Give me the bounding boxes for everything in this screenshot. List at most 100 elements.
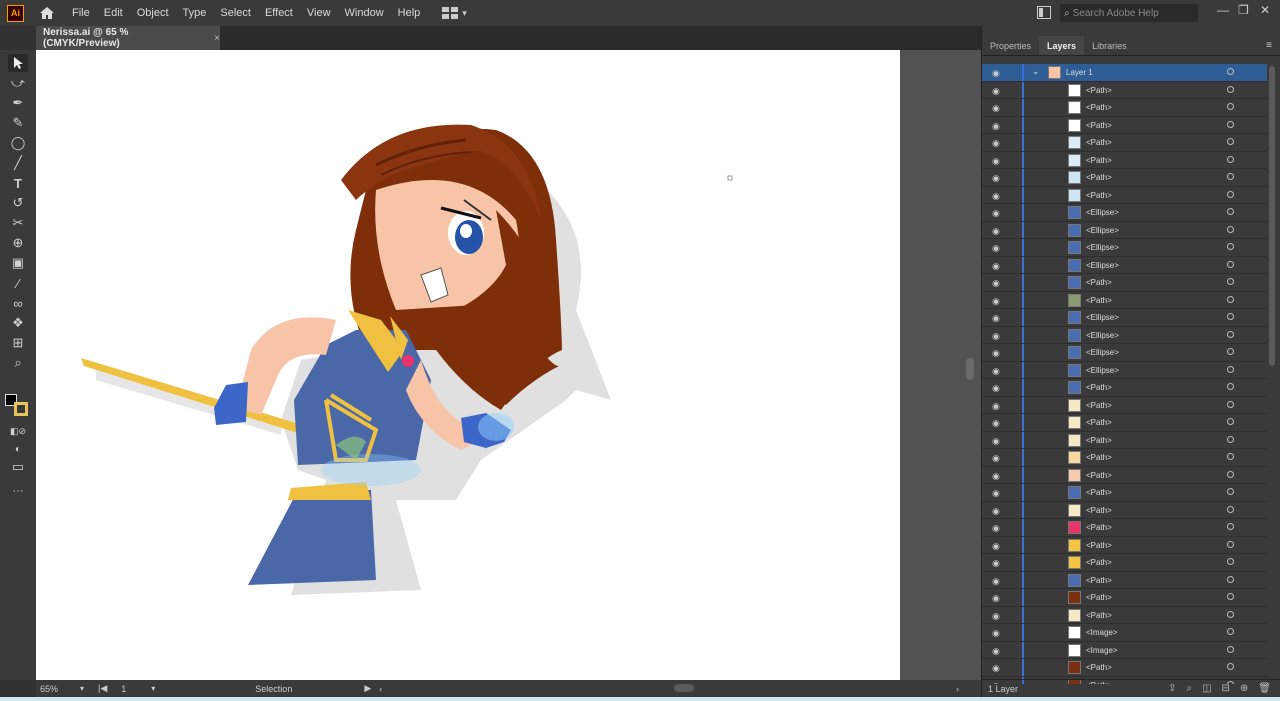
layer-item-row[interactable]: ◉ <Ellipse> [982,256,1267,274]
item-name[interactable]: <Path> [1086,506,1112,515]
arrange-documents-icon[interactable] [1037,6,1051,19]
item-name[interactable]: <Path> [1086,278,1112,287]
visibility-eye-icon[interactable]: ◉ [992,226,1000,237]
target-circle-icon[interactable] [1227,400,1234,408]
target-circle-icon[interactable] [1227,418,1234,425]
menu-type[interactable]: Type [183,7,207,19]
locate-object-icon[interactable]: ⌕ [1186,683,1192,694]
visibility-eye-icon[interactable]: ◉ [992,453,1000,464]
workspace-switcher[interactable]: ▾ [442,7,467,19]
target-circle-icon[interactable] [1227,243,1234,250]
layer-item-row[interactable]: ◉ <Path> [982,116,1267,134]
layer-item-row[interactable]: ◉ <Path> [982,414,1267,432]
item-name[interactable]: <Path> [1086,471,1112,480]
item-name[interactable]: <Ellipse> [1086,348,1119,357]
visibility-eye-icon[interactable]: ◉ [992,663,1000,674]
target-circle-icon[interactable] [1227,593,1234,600]
target-circle-icon[interactable] [1227,348,1234,355]
target-circle-icon[interactable] [1227,313,1234,320]
horizontal-scrollbar[interactable] [674,684,694,692]
visibility-eye-icon[interactable]: ◉ [992,348,1000,359]
scissors-icon[interactable]: ✂ [8,214,28,232]
layer-item-row[interactable]: ◉ <Path> [982,519,1267,537]
visibility-eye-icon[interactable]: ◉ [992,541,1000,552]
visibility-eye-icon[interactable]: ◉ [992,401,1000,412]
item-name[interactable]: <Path> [1086,663,1112,672]
menu-select[interactable]: Select [220,7,251,19]
item-name[interactable]: <Path> [1086,103,1112,112]
target-circle-icon[interactable] [1227,383,1234,390]
zoom-tool-icon[interactable]: ⌕ [8,354,28,372]
layer-item-row[interactable]: ◉ <Path> [982,606,1267,624]
screen-mode-icon[interactable]: ▭ [8,458,28,476]
layer-item-row[interactable]: ◉ <Path> [982,99,1267,117]
layer-item-row[interactable]: ◉ <Path> [982,379,1267,397]
target-circle-icon[interactable] [1227,330,1234,338]
visibility-eye-icon[interactable]: ◉ [992,296,1000,307]
color-mode-icon[interactable]: ◧⊘ [8,422,28,440]
visibility-eye-icon[interactable]: ◉ [992,488,1000,499]
item-name[interactable]: <Path> [1086,383,1112,392]
item-name[interactable]: <Path> [1086,436,1112,445]
rotate-icon[interactable]: ↺ [8,194,28,212]
visibility-eye-icon[interactable]: ◉ [992,418,1000,429]
target-circle-icon[interactable] [1227,470,1234,478]
layer-item-row[interactable]: ◉ <Path> [982,134,1267,152]
item-name[interactable]: <Path> [1086,401,1112,410]
item-name[interactable]: <Path> [1086,173,1112,182]
visibility-eye-icon[interactable]: ◉ [992,558,1000,569]
menu-object[interactable]: Object [137,7,169,19]
ellipse-tool-icon[interactable]: ◯ [8,134,28,152]
restore-icon[interactable]: ❐ [1238,3,1249,17]
target-circle-icon[interactable] [1227,68,1234,75]
layer-item-row[interactable]: ◉ <Ellipse> [982,221,1267,239]
layer-item-row[interactable]: ◉ <Path> [982,554,1267,572]
layer-item-row[interactable]: ◉ <Path> [982,291,1267,309]
type-tool-icon[interactable]: T [8,174,28,192]
visibility-eye-icon[interactable]: ◉ [992,278,1000,289]
visibility-eye-icon[interactable]: ◉ [992,138,1000,149]
target-circle-icon[interactable] [1227,575,1234,583]
paintbrush-icon[interactable]: ╱ [8,154,28,172]
symbol-sprayer-icon[interactable]: ❖ [8,314,28,332]
item-name[interactable]: <Path> [1086,453,1112,462]
target-circle-icon[interactable] [1227,103,1234,110]
item-name[interactable]: <Path> [1086,593,1112,602]
target-circle-icon[interactable] [1227,225,1234,233]
layer-item-row[interactable]: ◉ <Path> [982,571,1267,589]
layer-item-row[interactable]: ◉ <Ellipse> [982,309,1267,327]
visibility-eye-icon[interactable]: ◉ [992,261,1000,272]
visibility-eye-icon[interactable]: ◉ [992,576,1000,587]
draw-mode-icon[interactable]: ◐ [8,440,28,458]
layer-item-row[interactable]: ◉ <Ellipse> [982,361,1267,379]
item-name[interactable]: <Path> [1086,488,1112,497]
target-circle-icon[interactable] [1227,295,1234,303]
layer-item-row[interactable]: ◉ <Image> [982,641,1267,659]
layer-item-row[interactable]: ◉ <Path> [982,151,1267,169]
visibility-eye-icon[interactable]: ◉ [992,366,1000,377]
scroll-left-icon[interactable]: ‹ [379,684,382,694]
panel-menu-icon[interactable]: ≡ [1266,40,1272,51]
artboard-nav-first-icon[interactable]: |◀ [98,683,107,694]
visibility-eye-icon[interactable]: ◉ [992,243,1000,254]
target-circle-icon[interactable] [1227,173,1234,180]
new-sublayer-icon[interactable]: ⊟ [1222,683,1230,694]
target-circle-icon[interactable] [1227,85,1234,93]
item-name[interactable]: <Image> [1086,628,1118,637]
target-circle-icon[interactable] [1227,278,1234,285]
document-tab[interactable]: Nerissa.ai @ 65 % (CMYK/Preview) × [36,26,220,50]
target-circle-icon[interactable] [1227,260,1234,268]
gradient-icon[interactable]: ▣ [8,254,28,272]
target-circle-icon[interactable] [1227,365,1234,373]
target-circle-icon[interactable] [1227,610,1234,618]
item-name[interactable]: <Ellipse> [1086,261,1119,270]
character-artwork[interactable] [36,50,900,680]
clipping-mask-icon[interactable]: ◫ [1202,683,1211,694]
vertical-scrollbar[interactable] [966,358,974,380]
item-name[interactable]: <Ellipse> [1086,243,1119,252]
menu-view[interactable]: View [307,7,331,19]
visibility-eye-icon[interactable]: ◉ [992,191,1000,202]
search-input[interactable]: ⌕ Search Adobe Help [1060,4,1198,22]
layer-item-row[interactable]: ◉ <Path> [982,589,1267,607]
target-circle-icon[interactable] [1227,558,1234,565]
